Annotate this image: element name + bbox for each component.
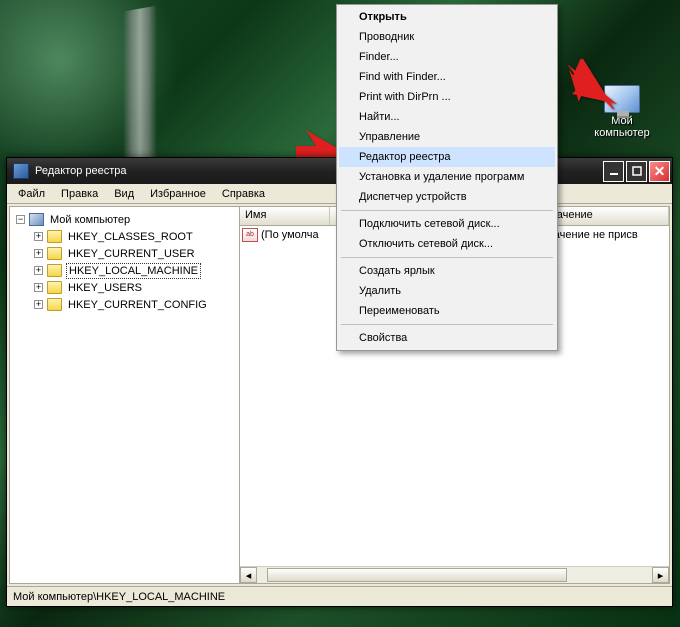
tree-label: HKEY_CURRENT_USER: [66, 247, 197, 261]
menu-file[interactable]: Файл: [11, 186, 52, 202]
menu-edit[interactable]: Правка: [54, 186, 105, 202]
cm-properties[interactable]: Свойства: [339, 328, 555, 348]
tree-item[interactable]: + HKEY_CURRENT_CONFIG: [30, 296, 237, 313]
cell-value: (значение не присв: [539, 229, 669, 241]
cm-create-shortcut[interactable]: Создать ярлык: [339, 261, 555, 281]
expand-icon[interactable]: +: [34, 266, 43, 275]
cm-find-with-finder[interactable]: Find with Finder...: [339, 67, 555, 87]
tree-item[interactable]: + HKEY_CLASSES_ROOT: [30, 228, 237, 245]
statusbar: Мой компьютер\HKEY_LOCAL_MACHINE: [7, 586, 672, 606]
expand-icon[interactable]: +: [34, 232, 43, 241]
cm-disconnect-drive[interactable]: Отключить сетевой диск...: [339, 234, 555, 254]
tree-label: HKEY_USERS: [66, 281, 144, 295]
context-menu: Открыть Проводник Finder... Find with Fi…: [336, 4, 558, 351]
computer-icon: [29, 213, 44, 226]
menu-favorites[interactable]: Избранное: [143, 186, 213, 202]
tree-pane[interactable]: − Мой компьютер + HKEY_CLASSES_ROOT + HK…: [10, 207, 240, 583]
expand-icon[interactable]: +: [34, 283, 43, 292]
cm-print-dirprn[interactable]: Print with DirPrn ...: [339, 87, 555, 107]
menu-view[interactable]: Вид: [107, 186, 141, 202]
tree-root[interactable]: − Мой компьютер: [12, 211, 237, 228]
cm-delete[interactable]: Удалить: [339, 281, 555, 301]
cm-finder[interactable]: Finder...: [339, 47, 555, 67]
tree-item-selected[interactable]: + HKEY_LOCAL_MACHINE: [30, 262, 237, 279]
string-value-icon: ab: [242, 228, 258, 242]
minimize-button[interactable]: [603, 161, 624, 182]
scroll-thumb[interactable]: [267, 568, 567, 582]
folder-icon: [47, 281, 62, 294]
column-name[interactable]: Имя: [240, 207, 330, 225]
desktop-icon-label: Мой компьютер: [582, 115, 662, 139]
folder-icon: [47, 230, 62, 243]
scroll-track[interactable]: [257, 567, 652, 583]
cm-open[interactable]: Открыть: [339, 7, 555, 27]
cm-device-manager[interactable]: Диспетчер устройств: [339, 187, 555, 207]
tree-item[interactable]: + HKEY_USERS: [30, 279, 237, 296]
status-text: Мой компьютер\HKEY_LOCAL_MACHINE: [13, 591, 225, 603]
expand-icon[interactable]: +: [34, 300, 43, 309]
column-value[interactable]: Значение: [539, 207, 669, 225]
separator: [341, 210, 553, 211]
separator: [341, 324, 553, 325]
cm-map-drive[interactable]: Подключить сетевой диск...: [339, 214, 555, 234]
folder-icon: [47, 298, 62, 311]
cm-add-remove-programs[interactable]: Установка и удаление программ: [339, 167, 555, 187]
horizontal-scrollbar[interactable]: ◂ ▸: [240, 566, 669, 583]
expand-icon[interactable]: +: [34, 249, 43, 258]
menu-help[interactable]: Справка: [215, 186, 272, 202]
window-title: Редактор реестра: [35, 165, 127, 177]
scroll-left-button[interactable]: ◂: [240, 567, 257, 583]
app-icon: [13, 163, 29, 179]
maximize-button[interactable]: [626, 161, 647, 182]
cm-rename[interactable]: Переименовать: [339, 301, 555, 321]
cm-registry-editor[interactable]: Редактор реестра: [339, 147, 555, 167]
folder-icon: [47, 247, 62, 260]
cm-explorer[interactable]: Проводник: [339, 27, 555, 47]
cm-manage[interactable]: Управление: [339, 127, 555, 147]
tree-label: Мой компьютер: [48, 213, 132, 227]
close-button[interactable]: ✕: [649, 161, 670, 182]
tree-label: HKEY_CURRENT_CONFIG: [66, 298, 209, 312]
cm-find[interactable]: Найти...: [339, 107, 555, 127]
tree-item[interactable]: + HKEY_CURRENT_USER: [30, 245, 237, 262]
tree-label: HKEY_CLASSES_ROOT: [66, 230, 195, 244]
collapse-icon[interactable]: −: [16, 215, 25, 224]
scroll-right-button[interactable]: ▸: [652, 567, 669, 583]
folder-icon: [47, 264, 62, 277]
tree-label: HKEY_LOCAL_MACHINE: [66, 263, 201, 279]
separator: [341, 257, 553, 258]
